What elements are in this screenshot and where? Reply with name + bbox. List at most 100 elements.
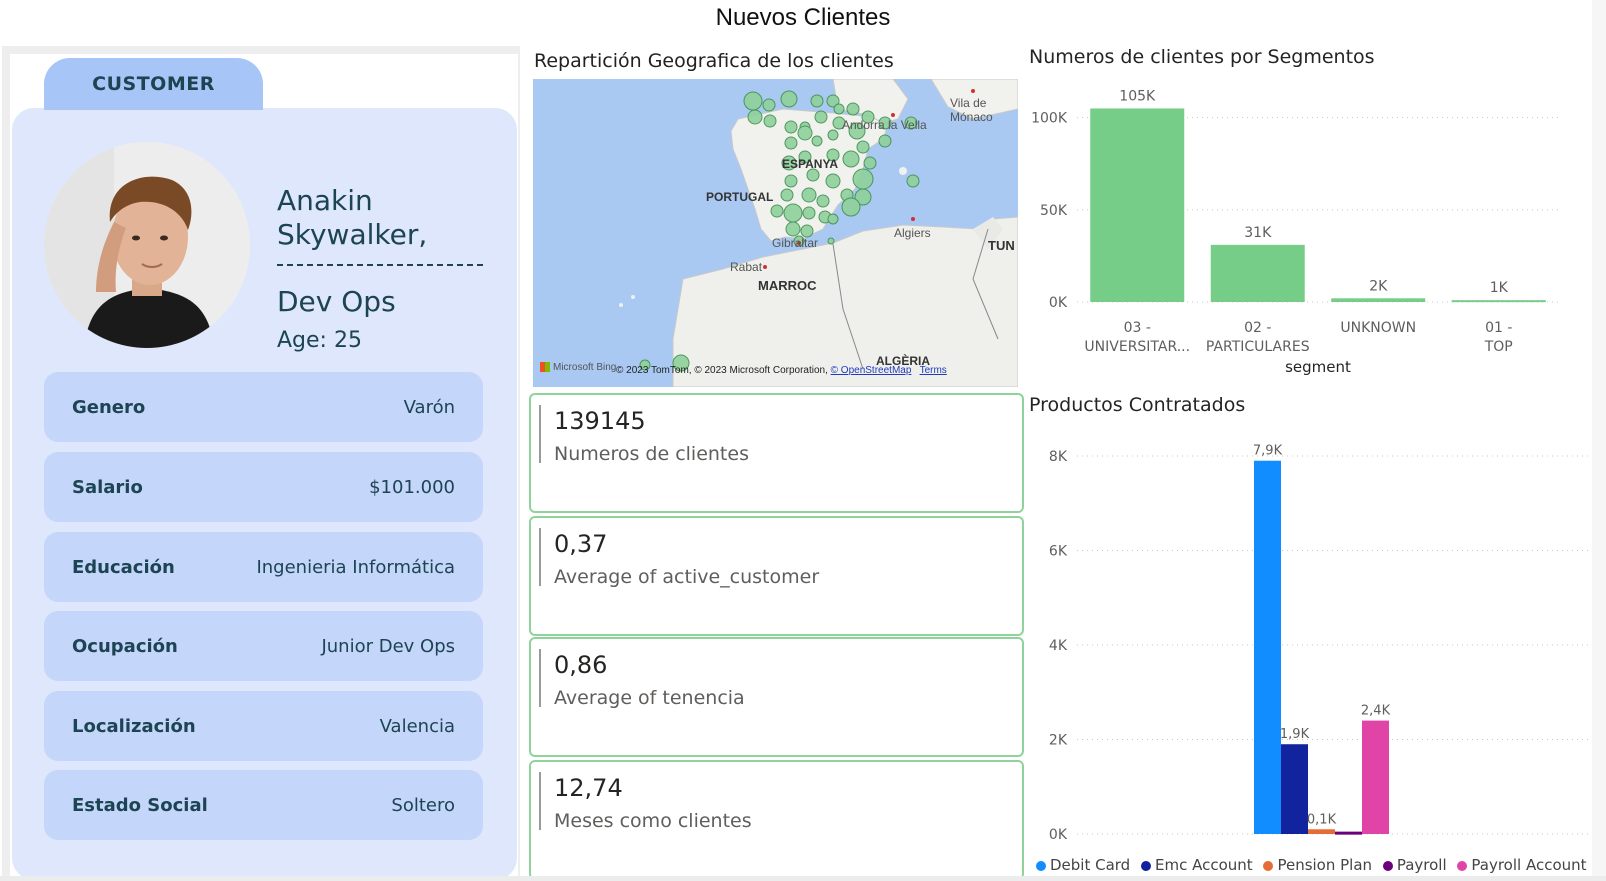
map-label-portugal: PORTUGAL [706, 190, 774, 204]
y-tick-label: 0K [1049, 827, 1068, 843]
kpi-label: Meses como clientes [554, 810, 752, 832]
data-label: 31K [1244, 225, 1272, 241]
legend-label: Debit Card [1050, 856, 1131, 874]
field-value: Varón [403, 396, 455, 418]
x-tick-label: 03 - [1124, 320, 1151, 336]
segments-chart-title: Numeros de clientes por Segmentos [1029, 46, 1375, 68]
products-chart-title: Productos Contratados [1029, 394, 1246, 416]
kpi-card-clients[interactable]: 139145 Numeros de clientes [529, 393, 1024, 513]
bar [1308, 829, 1335, 834]
kpi-card-active-customer[interactable]: 0,37 Average of active_customer [529, 516, 1024, 636]
kpi-label: Average of active_customer [554, 566, 820, 588]
field-label: Salario [72, 476, 143, 498]
legend-dot-icon [1141, 860, 1151, 871]
x-tick-label: TOP [1484, 339, 1513, 355]
legend-label: Payroll [1396, 856, 1447, 874]
field-gender: Genero Varón [44, 372, 483, 442]
bottom-strip [0, 876, 1606, 881]
geo-map[interactable] [533, 79, 1018, 387]
map-label-tunisia: TUN [988, 238, 1015, 253]
field-value: Junior Dev Ops [321, 635, 455, 657]
field-location: Localización Valencia [44, 691, 483, 761]
x-axis-title: segment [1285, 358, 1351, 376]
x-tick-label: UNKNOWN [1340, 320, 1416, 336]
map-label-monaco: Vila de Mónaco [950, 96, 993, 124]
terms-link[interactable]: Terms [920, 365, 947, 376]
field-value: $101.000 [369, 476, 455, 498]
page-title: Nuevos Clientes [715, 4, 891, 31]
segments-bar-chart[interactable]: 0K 50K 100K 105K 03 - UNIVERSITAR... 31K 02 - PA… [1029, 80, 1589, 390]
bar [1254, 460, 1281, 834]
map-title: Repartición Geografica de los clientes [534, 50, 894, 72]
legend-label: Payroll Account [1471, 856, 1587, 874]
data-label: 2,4K [1361, 704, 1391, 719]
bar [1362, 720, 1389, 834]
map-canvas[interactable] [533, 79, 1018, 387]
avatar-photo [44, 142, 250, 348]
kpi-value: 0,86 [554, 651, 608, 679]
map-label-morocco: MARROC [758, 278, 817, 293]
kpi-value: 139145 [554, 407, 646, 435]
field-label: Localización [72, 715, 196, 737]
map-label-rabat: Rabat [730, 260, 763, 274]
field-label: Estado Social [72, 794, 208, 816]
page-edge [1592, 0, 1606, 881]
y-tick-label: 4K [1049, 638, 1068, 654]
kpi-card-months[interactable]: 12,74 Meses como clientes [529, 760, 1024, 880]
field-label: Genero [72, 396, 146, 418]
kpi-card-tenencia[interactable]: 0,86 Average of tenencia [529, 637, 1024, 757]
kpi-label: Average of tenencia [554, 687, 745, 709]
name-divider [277, 264, 483, 266]
field-label: Ocupación [72, 635, 178, 657]
field-salary: Salario $101.000 [44, 452, 483, 522]
field-label: Educación [72, 556, 175, 578]
legend-dot-icon [1263, 860, 1274, 871]
customer-name: Anakin Skywalker, [277, 184, 428, 251]
x-tick-label: UNIVERSITAR... [1084, 339, 1190, 355]
x-tick-label: 01 - [1485, 320, 1512, 336]
bar [1331, 298, 1426, 302]
y-tick-label: 2K [1049, 733, 1068, 749]
bar [1210, 244, 1305, 302]
bar [1090, 108, 1185, 302]
data-label: 1K [1490, 280, 1509, 296]
products-bar-chart[interactable]: 0K 2K 4K 6K 8K 7,9K 1,9K 0,1K 2,4K [1029, 430, 1589, 850]
field-marital-status: Estado Social Soltero [44, 770, 483, 840]
legend-label: Pension Plan [1277, 856, 1373, 874]
map-label-algiers: Algiers [894, 226, 931, 240]
data-label: 1,9K [1280, 727, 1310, 742]
map-label-andorra: Andorra la Vella [842, 118, 927, 132]
y-tick-label: 6K [1049, 544, 1068, 560]
legend-item-debit-card[interactable]: Debit Card [1036, 856, 1130, 874]
y-tick-label: 0K [1049, 295, 1068, 311]
map-credit: © 2023 TomTom, © 2023 Microsoft Corporat… [616, 365, 947, 376]
field-value: Soltero [391, 794, 455, 816]
customer-role: Dev Ops [277, 285, 396, 318]
legend-item-payroll-account[interactable]: Payroll Account [1457, 856, 1587, 874]
y-tick-label: 50K [1040, 203, 1068, 219]
y-tick-label: 8K [1049, 449, 1068, 465]
legend-dot-icon [1036, 860, 1046, 871]
field-value: Ingenieria Informática [256, 556, 455, 578]
data-label: 2K [1369, 278, 1388, 294]
provider-name: Microsoft Bing [553, 362, 617, 373]
data-label: 7,9K [1253, 444, 1283, 459]
legend-item-payroll[interactable]: Payroll [1382, 856, 1447, 874]
bar [1335, 831, 1362, 835]
legend-item-emc-account[interactable]: Emc Account [1141, 856, 1253, 874]
field-occupation: Ocupación Junior Dev Ops [44, 611, 483, 681]
kpi-accent-bar [539, 405, 541, 463]
kpi-label: Numeros de clientes [554, 443, 749, 465]
credit-text: © 2023 TomTom, © 2023 Microsoft Corporat… [616, 365, 828, 376]
field-education: Educación Ingenieria Informática [44, 532, 483, 602]
openstreetmap-link[interactable]: © OpenStreetMap [831, 365, 912, 376]
field-value: Valencia [379, 715, 455, 737]
kpi-accent-bar [539, 649, 541, 707]
data-label: 0,1K [1307, 812, 1337, 827]
customer-tab[interactable]: CUSTOMER [44, 58, 263, 110]
kpi-value: 12,74 [554, 774, 623, 802]
legend-item-pension-plan[interactable]: Pension Plan [1263, 856, 1372, 874]
data-label: 105K [1119, 88, 1156, 104]
x-tick-label: PARTICULARES [1206, 339, 1310, 355]
bar [1281, 744, 1308, 834]
